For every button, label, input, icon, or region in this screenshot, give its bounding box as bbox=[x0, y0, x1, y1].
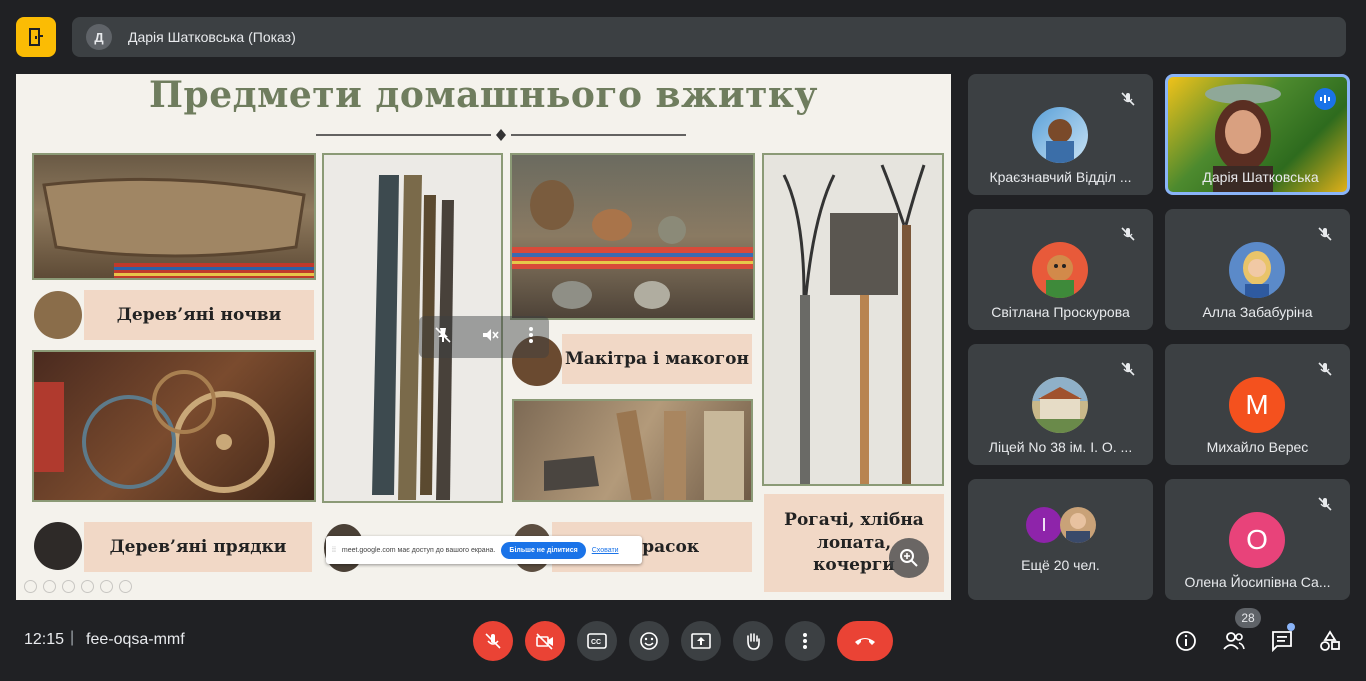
slide-title: Предмети домашнього вжитку bbox=[149, 74, 818, 116]
photo-spinning-wheels bbox=[32, 350, 316, 502]
label-pryadky: Дерев’яні прядки bbox=[84, 522, 312, 572]
mic-off-icon bbox=[1117, 223, 1139, 245]
others-count: Ещё 20 чел. bbox=[1021, 557, 1100, 573]
mic-off-icon bbox=[1314, 493, 1336, 515]
presentation-stage[interactable]: Предмети домашнього вжитку Дерев’яні ноч… bbox=[16, 74, 951, 600]
participant-name: Алла Забабуріна bbox=[1202, 304, 1313, 320]
participant-name: Світлана Проскурова bbox=[991, 304, 1130, 320]
next-slide-icon[interactable] bbox=[43, 580, 56, 593]
door-exit-icon[interactable] bbox=[16, 17, 56, 57]
pen-icon[interactable] bbox=[62, 580, 75, 593]
mic-toggle-button[interactable] bbox=[473, 621, 513, 661]
mic-off-icon bbox=[1117, 358, 1139, 380]
camera-off-icon bbox=[536, 633, 553, 650]
participant-name: Михайло Верес bbox=[1206, 439, 1309, 455]
photo-wooden-trough bbox=[32, 153, 316, 280]
participant-tile[interactable]: Ліцей No 38 ім. І. О. ... bbox=[968, 344, 1153, 465]
people-button[interactable] bbox=[1221, 628, 1247, 654]
chat-notification-dot bbox=[1287, 623, 1295, 631]
presenter-avatar: Д bbox=[86, 24, 112, 50]
participant-tile-speaking[interactable]: Дарія Шатковська bbox=[1165, 74, 1350, 195]
avatar bbox=[1032, 107, 1088, 163]
emoji-button[interactable] bbox=[629, 621, 669, 661]
more-vert-icon bbox=[803, 633, 807, 649]
zoom-in-icon[interactable] bbox=[889, 538, 929, 578]
info-button[interactable] bbox=[1173, 628, 1199, 654]
presentation-indicator[interactable]: Д Дарія Шатковська (Показ) bbox=[72, 17, 1346, 57]
hide-banner-link[interactable]: Сховати bbox=[592, 547, 619, 554]
volume-off-icon[interactable] bbox=[481, 326, 499, 349]
mic-off-icon bbox=[485, 633, 501, 649]
more-options-button[interactable] bbox=[785, 621, 825, 661]
camera-toggle-button[interactable] bbox=[525, 621, 565, 661]
clock: 12:15 bbox=[24, 631, 65, 648]
participant-name: Дарія Шатковська bbox=[1202, 169, 1319, 185]
participant-tile[interactable]: М Михайло Верес bbox=[1165, 344, 1350, 465]
emoji-icon bbox=[640, 632, 658, 650]
activities-icon bbox=[1320, 630, 1340, 651]
drag-handle-icon[interactable]: ⁞⁞ bbox=[332, 547, 336, 554]
thumb-trough bbox=[34, 291, 82, 339]
people-icon bbox=[1223, 632, 1245, 650]
leave-call-button[interactable] bbox=[837, 621, 893, 661]
more-vert-icon[interactable] bbox=[528, 326, 534, 349]
present-screen-icon bbox=[691, 633, 711, 649]
participant-tile[interactable]: Світлана Проскурова bbox=[968, 209, 1153, 330]
hand-icon bbox=[747, 633, 760, 650]
prev-slide-icon[interactable] bbox=[24, 580, 37, 593]
stop-sharing-button[interactable]: Більше не ділитися bbox=[501, 541, 586, 559]
participant-tile[interactable]: Краєзнавчий Відділ ... bbox=[968, 74, 1153, 195]
avatar-initial: I bbox=[1026, 507, 1062, 543]
others-tile[interactable]: I Ещё 20 чел. bbox=[968, 479, 1153, 600]
share-hover-controls bbox=[419, 316, 549, 358]
chat-icon bbox=[1272, 631, 1292, 652]
label-nochvy: Дерев’яні ночви bbox=[84, 290, 314, 340]
raise-hand-button[interactable] bbox=[733, 621, 773, 661]
participant-name: Олена Йосипівна Са... bbox=[1184, 574, 1331, 590]
speaking-icon bbox=[1314, 88, 1336, 110]
photo-irons bbox=[512, 399, 753, 502]
label-makitra: Макітра і макогон bbox=[562, 334, 752, 384]
captions-icon: CC bbox=[587, 633, 607, 649]
participant-count-badge: 28 bbox=[1235, 608, 1261, 628]
activities-button[interactable] bbox=[1317, 628, 1343, 654]
participant-tile[interactable]: Алла Забабуріна bbox=[1165, 209, 1350, 330]
mic-off-icon bbox=[1314, 223, 1336, 245]
ornament-divider bbox=[316, 129, 686, 141]
pin-off-icon[interactable] bbox=[434, 326, 452, 349]
captions-button[interactable]: CC bbox=[577, 621, 617, 661]
avatar bbox=[1032, 377, 1088, 433]
presenter-label: Дарія Шатковська (Показ) bbox=[128, 29, 296, 45]
present-button[interactable] bbox=[681, 621, 721, 661]
avatar bbox=[1032, 242, 1088, 298]
participant-name: Краєзнавчий Відділ ... bbox=[989, 169, 1132, 185]
info-icon bbox=[1176, 631, 1196, 651]
participant-name: Ліцей No 38 ім. І. О. ... bbox=[988, 439, 1133, 455]
photo-oven-tools bbox=[762, 153, 944, 486]
chat-button[interactable] bbox=[1269, 628, 1295, 654]
slide-toolbar bbox=[24, 580, 132, 593]
mic-off-icon bbox=[1314, 358, 1336, 380]
thumb-wheel bbox=[34, 522, 82, 570]
avatar bbox=[1229, 242, 1285, 298]
mic-off-icon bbox=[1117, 88, 1139, 110]
avatar bbox=[1060, 507, 1096, 543]
avatar-initial: М bbox=[1229, 377, 1285, 433]
meeting-code[interactable]: fee-oqsa-mmf bbox=[86, 631, 185, 649]
options-icon[interactable] bbox=[119, 580, 132, 593]
end-call-icon bbox=[855, 638, 875, 645]
share-banner-text: meet.google.com має доступ до вашого екр… bbox=[341, 546, 496, 554]
zoom-icon[interactable] bbox=[100, 580, 113, 593]
slides-grid-icon[interactable] bbox=[81, 580, 94, 593]
avatar-initial: О bbox=[1229, 512, 1285, 568]
photo-pottery-shelf bbox=[510, 153, 755, 320]
top-bar: Д Дарія Шатковська (Показ) bbox=[0, 0, 1366, 74]
screen-share-banner: ⁞⁞ meet.google.com має доступ до вашого … bbox=[326, 536, 642, 564]
participant-tile[interactable]: О Олена Йосипівна Са... bbox=[1165, 479, 1350, 600]
separator: | bbox=[70, 629, 75, 646]
svg-text:CC: CC bbox=[591, 639, 601, 646]
